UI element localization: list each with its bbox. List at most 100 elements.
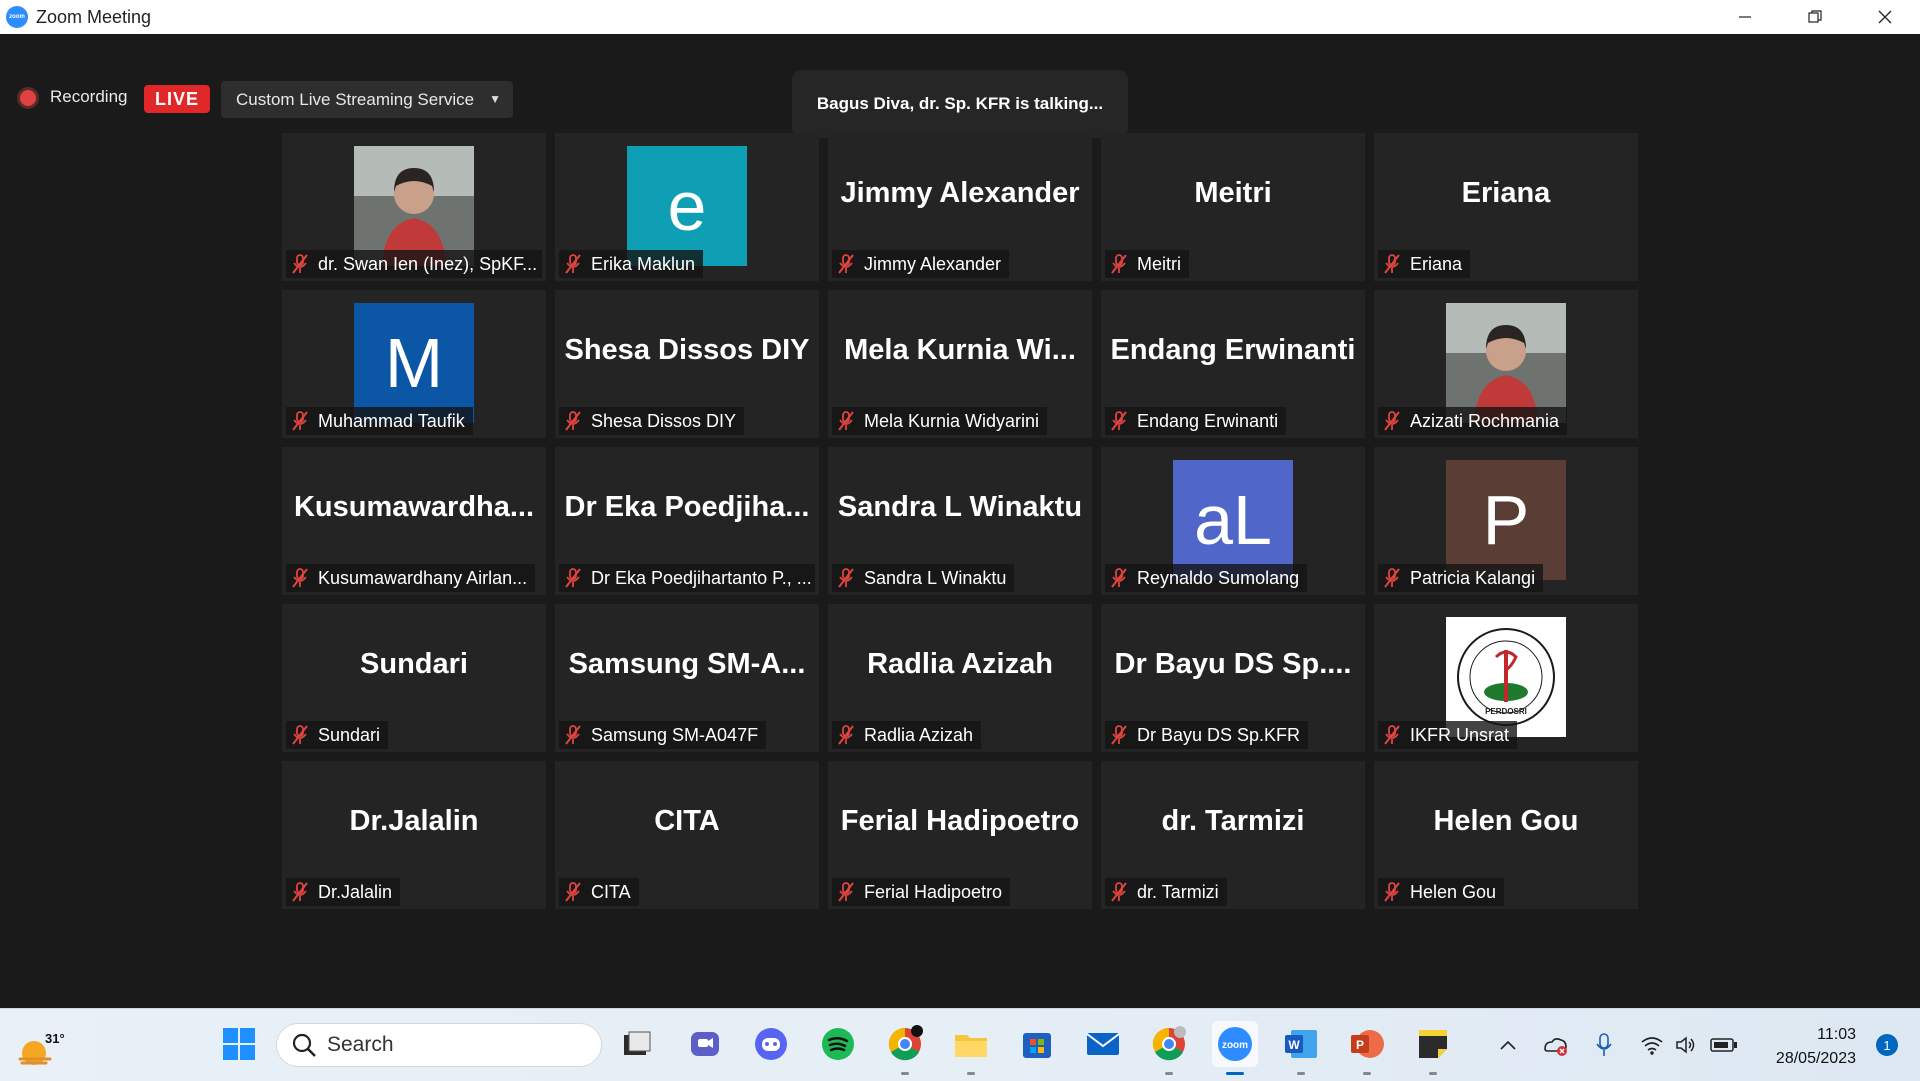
participant-tile[interactable]: Samsung SM-A... Samsung SM-A047F: [555, 604, 819, 752]
discord-icon: [755, 1028, 787, 1060]
chrome-button[interactable]: [882, 1021, 928, 1075]
participant-name-label: Eriana: [1378, 250, 1471, 278]
mail-icon: [1086, 1033, 1120, 1055]
participant-tile[interactable]: M Muhammad Taufik: [282, 290, 546, 438]
notification-badge[interactable]: 1: [1876, 1034, 1898, 1056]
participant-name: Dr Bayu DS Sp.KFR: [1137, 724, 1301, 745]
streaming-service-dropdown[interactable]: Custom Live Streaming Service ▼: [221, 81, 513, 118]
perdosri-logo: PERDOSRI: [1446, 617, 1566, 737]
participant-tile[interactable]: Dr Bayu DS Sp.... Dr Bayu DS Sp.KFR: [1101, 604, 1365, 752]
muted-mic-icon: [1111, 411, 1127, 431]
chevron-up-icon: [1500, 1040, 1516, 1050]
participant-tile[interactable]: PERDOSRI IKFR Unsrat: [1374, 604, 1638, 752]
clock-time: 11:03: [1817, 1026, 1856, 1043]
participant-name: Dr Eka Poedjihartanto P., ...: [591, 567, 812, 588]
chrome-profile-button[interactable]: [1146, 1021, 1192, 1075]
participant-name-label: CITA: [559, 878, 639, 906]
onedrive-tray-button[interactable]: [1540, 1029, 1570, 1061]
file-explorer-button[interactable]: [948, 1021, 994, 1075]
participant-tile[interactable]: dr. Swan Ien (Inez), SpKF...: [282, 133, 546, 281]
participant-tile[interactable]: Ferial Hadipoetro Ferial Hadipoetro: [828, 761, 1092, 909]
sticky-notes-button[interactable]: [1410, 1021, 1456, 1075]
zoom-icon: zoom: [1218, 1027, 1252, 1061]
participant-name-label: Radlia Azizah: [832, 721, 982, 749]
participant-name: Azizati Rochmania: [1410, 410, 1560, 431]
participant-name: CITA: [591, 881, 631, 902]
participant-tile[interactable]: Sandra L Winaktu Sandra L Winaktu: [828, 447, 1092, 595]
minimize-button[interactable]: [1710, 0, 1780, 34]
participant-name: Patricia Kalangi: [1410, 567, 1536, 588]
participant-name-label: Reynaldo Sumolang: [1105, 564, 1308, 592]
chevron-down-icon: ▼: [489, 92, 501, 106]
microsoft-store-button[interactable]: [1014, 1021, 1060, 1067]
word-icon: W: [1285, 1030, 1317, 1058]
participant-tile[interactable]: Kusumawardha... Kusumawardhany Airlan...: [282, 447, 546, 595]
streaming-service-label: Custom Live Streaming Service: [236, 89, 475, 109]
participant-tile[interactable]: e Erika Maklun: [555, 133, 819, 281]
participant-tile[interactable]: aL Reynaldo Sumolang: [1101, 447, 1365, 595]
battery-tray-button[interactable]: [1708, 1029, 1740, 1061]
taskbar-clock[interactable]: 11:03 28/05/2023: [1776, 1023, 1856, 1071]
muted-mic-icon: [838, 725, 854, 745]
muted-mic-icon: [565, 882, 581, 902]
restore-icon: [1808, 10, 1822, 23]
participant-tile[interactable]: Mela Kurnia Wi... Mela Kurnia Widyarini: [828, 290, 1092, 438]
mail-button[interactable]: [1080, 1021, 1126, 1067]
participant-photo: [1446, 303, 1566, 423]
participant-name: Jimmy Alexander: [864, 253, 1002, 274]
participant-name-label: Dr Eka Poedjihartanto P., ...: [559, 564, 815, 592]
powerpoint-button[interactable]: P: [1344, 1021, 1390, 1075]
zoom-taskbar-button[interactable]: zoom: [1212, 1021, 1258, 1075]
microphone-tray-button[interactable]: [1592, 1029, 1616, 1061]
muted-mic-icon: [838, 882, 854, 902]
muted-mic-icon: [1111, 254, 1127, 274]
participant-tile[interactable]: Helen Gou Helen Gou: [1374, 761, 1638, 909]
recording-label[interactable]: Recording: [50, 87, 128, 107]
live-badge[interactable]: LIVE: [144, 85, 210, 113]
close-button[interactable]: [1850, 0, 1920, 34]
participant-tile[interactable]: Dr Eka Poedjiha... Dr Eka Poedjihartanto …: [555, 447, 819, 595]
show-hidden-icons-button[interactable]: [1496, 1029, 1520, 1061]
teams-icon: [691, 1032, 719, 1056]
speaker-icon: [1676, 1036, 1695, 1054]
participant-tile[interactable]: Dr.Jalalin Dr.Jalalin: [282, 761, 546, 909]
participant-avatar: M: [354, 303, 474, 423]
network-tray-button[interactable]: [1638, 1029, 1666, 1061]
participant-name-label: Sundari: [286, 721, 389, 749]
participant-tile[interactable]: Radlia Azizah Radlia Azizah: [828, 604, 1092, 752]
participant-tile[interactable]: Meitri Meitri: [1101, 133, 1365, 281]
participant-tile[interactable]: Jimmy Alexander Jimmy Alexander: [828, 133, 1092, 281]
wifi-icon: [1641, 1037, 1663, 1055]
muted-mic-icon: [1384, 411, 1400, 431]
search-placeholder: Search: [327, 1033, 394, 1056]
participant-tile[interactable]: Azizati Rochmania: [1374, 290, 1638, 438]
chrome-profile-icon: [1152, 1026, 1186, 1061]
participant-name: Endang Erwinanti: [1137, 410, 1279, 431]
muted-mic-icon: [565, 411, 581, 431]
weather-widget[interactable]: 31°: [12, 1019, 65, 1071]
participant-avatar: e: [627, 146, 747, 266]
participant-tile[interactable]: Sundari Sundari: [282, 604, 546, 752]
task-view-button[interactable]: [614, 1021, 660, 1067]
spotify-button[interactable]: [815, 1021, 861, 1067]
start-button[interactable]: [216, 1021, 262, 1067]
muted-mic-icon: [565, 254, 581, 274]
teams-button[interactable]: [682, 1021, 728, 1067]
word-button[interactable]: W: [1278, 1021, 1324, 1075]
participant-avatar: P: [1446, 460, 1566, 580]
restore-button[interactable]: [1780, 0, 1850, 34]
muted-mic-icon: [838, 254, 854, 274]
participant-tile[interactable]: P Patricia Kalangi: [1374, 447, 1638, 595]
muted-mic-icon: [1111, 568, 1127, 588]
volume-tray-button[interactable]: [1672, 1029, 1700, 1061]
discord-button[interactable]: [748, 1021, 794, 1067]
taskbar-search[interactable]: Search: [276, 1023, 602, 1067]
participant-tile[interactable]: Eriana Eriana: [1374, 133, 1638, 281]
participant-tile[interactable]: dr. Tarmizi dr. Tarmizi: [1101, 761, 1365, 909]
participant-tile[interactable]: Shesa Dissos DIY Shesa Dissos DIY: [555, 290, 819, 438]
windows-start-icon: [223, 1028, 255, 1060]
active-speaker-banner: Bagus Diva, dr. Sp. KFR is talking...: [792, 70, 1128, 138]
participant-name: Helen Gou: [1410, 881, 1497, 902]
participant-tile[interactable]: CITA CITA: [555, 761, 819, 909]
participant-tile[interactable]: Endang Erwinanti Endang Erwinanti: [1101, 290, 1365, 438]
